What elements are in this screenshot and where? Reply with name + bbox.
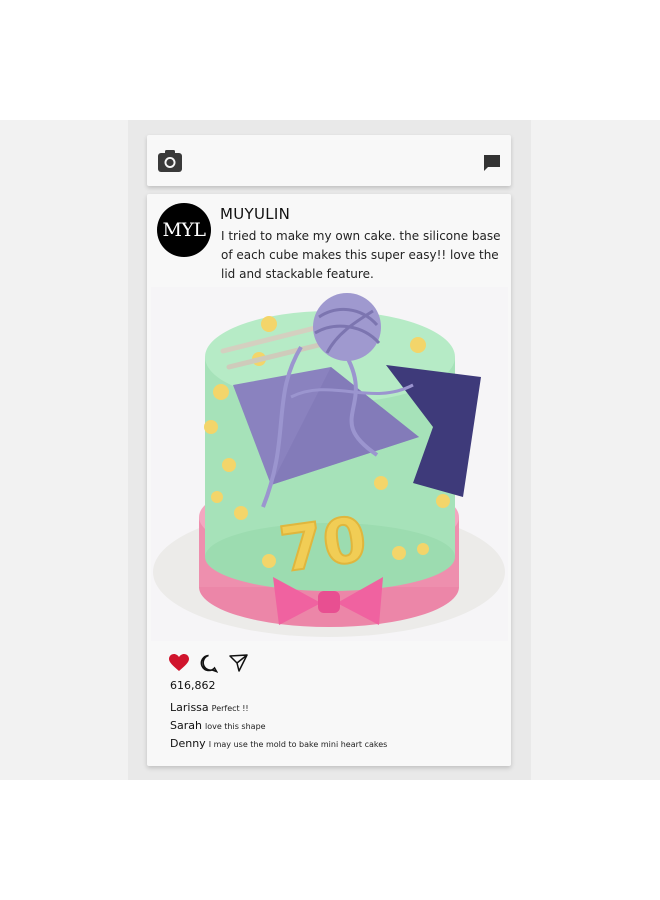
- chat-bubble-icon[interactable]: [483, 154, 501, 172]
- comment-text: love this shape: [204, 722, 266, 731]
- avatar[interactable]: MYL: [157, 203, 211, 257]
- comment-user[interactable]: Denny: [170, 737, 206, 750]
- photo-number-70: 70: [275, 502, 371, 586]
- post-username[interactable]: MUYULIN: [220, 205, 290, 223]
- post-caption: I tried to make my own cake. the silicon…: [221, 229, 501, 281]
- comment-icon[interactable]: [199, 654, 219, 677]
- avatar-text: MYL: [162, 219, 206, 241]
- comment-item: Larissa Perfect !!: [170, 701, 249, 714]
- comment-item: Denny I may use the mold to bake mini hea…: [170, 737, 387, 750]
- comment-text: I may use the mold to bake mini heart ca…: [208, 740, 388, 749]
- share-icon[interactable]: [229, 654, 248, 676]
- comment-user[interactable]: Larissa: [170, 701, 209, 714]
- comment-item: Sarah love this shape: [170, 719, 266, 732]
- top-bar: [147, 135, 511, 186]
- like-count: 616,862: [170, 679, 216, 692]
- camera-icon[interactable]: [157, 149, 183, 173]
- comment-user[interactable]: Sarah: [170, 719, 202, 732]
- post-photo[interactable]: 70: [151, 287, 508, 641]
- comment-text: Perfect !!: [211, 704, 249, 713]
- post-card: MYL MUYULIN I tried to make my own cake.…: [147, 194, 511, 766]
- heart-icon[interactable]: [169, 654, 189, 676]
